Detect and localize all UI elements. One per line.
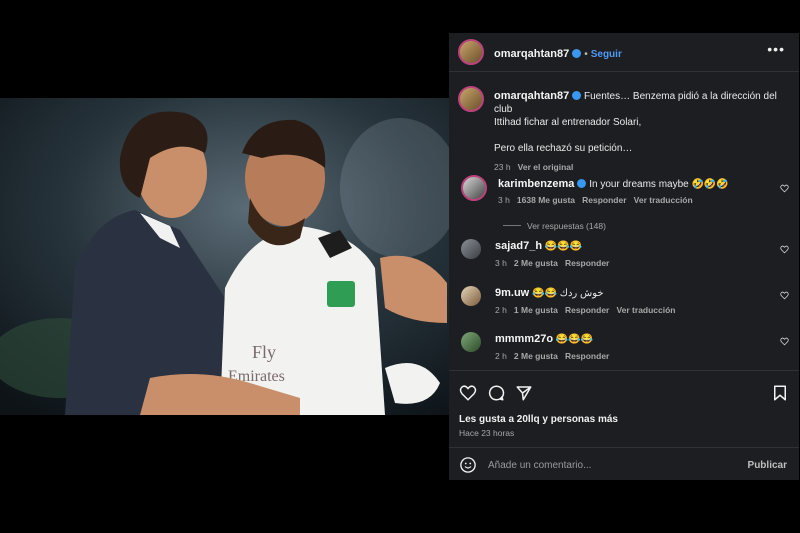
comment-avatar[interactable]: [461, 286, 481, 306]
comment-item: mmmm27o 😂😂😂 2 h 2 Me gusta Responder: [495, 333, 609, 361]
post-date: Hace 23 horas: [459, 428, 515, 438]
comment-item: 9m.uw 😂😂 خوش ردك 2 h 1 Me gusta Responde…: [495, 287, 676, 315]
caption-avatar[interactable]: [458, 86, 484, 112]
reply-button[interactable]: Responder: [565, 258, 609, 268]
comment-box-divider: [449, 447, 799, 448]
post-header: omarqahtan87 • Seguir •••: [449, 33, 799, 71]
header-line: omarqahtan87 • Seguir: [494, 44, 622, 62]
comment-text: In your dreams maybe 🤣🤣🤣: [589, 179, 729, 190]
svg-text:Fly: Fly: [252, 342, 276, 362]
actions-divider: [449, 370, 799, 371]
reply-button[interactable]: Responder: [565, 305, 609, 315]
comment-heart-icon[interactable]: [780, 184, 789, 193]
reply-button[interactable]: Responder: [582, 195, 626, 205]
header-divider: [449, 71, 799, 72]
publish-button[interactable]: Publicar: [748, 460, 787, 471]
comment-time: 3 h: [498, 195, 510, 205]
view-replies-label[interactable]: Ver respuestas (148): [527, 221, 606, 231]
comment-avatar[interactable]: [461, 239, 481, 259]
comment-avatar[interactable]: [461, 332, 481, 352]
heart-icon[interactable]: [459, 384, 477, 402]
author-username[interactable]: omarqahtan87: [494, 48, 569, 60]
caption-time: 23 h: [494, 162, 511, 172]
caption-line-3: Pero ella rechazó su petición…: [494, 143, 633, 154]
post-panel: omarqahtan87 • Seguir ••• omarqahtan87 Fue…: [449, 33, 799, 480]
reply-button[interactable]: Responder: [565, 351, 609, 361]
bookmark-icon[interactable]: [771, 384, 789, 402]
comment-input[interactable]: Añade un comentario...: [488, 460, 591, 471]
emoji-icon[interactable]: [459, 456, 477, 474]
comment-username[interactable]: karimbenzema: [498, 178, 574, 190]
comment-heart-icon[interactable]: [780, 337, 789, 346]
view-replies[interactable]: Ver respuestas (148): [503, 221, 606, 231]
comment-item: sajad7_h 😂😂😂 3 h 2 Me gusta Responder: [495, 240, 609, 268]
comment-username[interactable]: 9m.uw: [495, 287, 529, 299]
comment-avatar[interactable]: [461, 175, 487, 201]
comment-time: 2 h: [495, 351, 507, 361]
verified-icon: [577, 179, 587, 188]
comment-likes[interactable]: 1638 Me gusta: [517, 195, 575, 205]
post-photo-illustration: Fly Emirates: [0, 98, 449, 415]
see-original-link[interactable]: Ver el original: [518, 162, 574, 172]
translate-button[interactable]: Ver traducción: [634, 195, 693, 205]
likes-summary[interactable]: Les gusta a 20llq y personas más: [459, 414, 618, 425]
verified-icon: [572, 91, 582, 100]
share-icon[interactable]: [515, 384, 533, 402]
comment-icon[interactable]: [487, 384, 505, 402]
author-avatar[interactable]: [458, 39, 484, 65]
verified-icon: [572, 49, 582, 58]
comment-item: karimbenzema In your dreams maybe 🤣🤣🤣 3 …: [498, 178, 729, 205]
comment-username[interactable]: sajad7_h: [495, 240, 542, 252]
comment-time: 3 h: [495, 258, 507, 268]
comment-likes[interactable]: 2 Me gusta: [514, 351, 558, 361]
more-icon[interactable]: •••: [767, 41, 785, 57]
comment-text: 😂😂😂: [544, 241, 583, 252]
comment-time: 2 h: [495, 305, 507, 315]
caption-username[interactable]: omarqahtan87: [494, 90, 569, 102]
translate-button[interactable]: Ver traducción: [616, 305, 675, 315]
comment-heart-icon[interactable]: [780, 291, 789, 300]
comment-text: 😂😂 خوش ردك: [532, 288, 604, 299]
comment-likes[interactable]: 2 Me gusta: [514, 258, 558, 268]
post-photo: Fly Emirates: [0, 98, 449, 415]
comment-likes[interactable]: 1 Me gusta: [514, 305, 558, 315]
comment-username[interactable]: mmmm27o: [495, 333, 553, 345]
comment-text: 😂😂😂: [555, 334, 594, 345]
caption-line-2: Ittihad fichar al entrenador Solari,: [494, 117, 642, 128]
comment-heart-icon[interactable]: [780, 245, 789, 254]
caption: omarqahtan87 Fuentes… Benzema pidió a la…: [494, 90, 794, 174]
separator-dot: •: [584, 49, 588, 60]
follow-button[interactable]: Seguir: [591, 49, 622, 60]
